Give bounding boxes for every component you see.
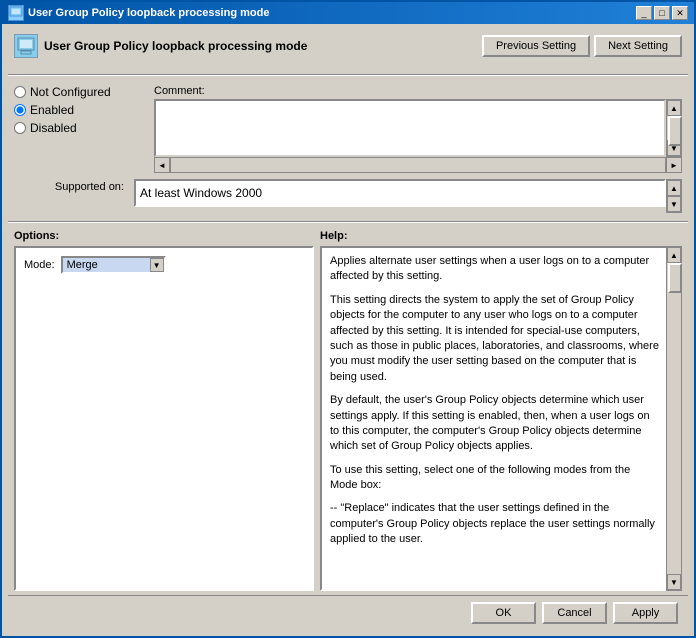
dialog-title: User Group Policy loopback processing mo…: [44, 39, 307, 53]
previous-setting-button[interactable]: Previous Setting: [482, 35, 590, 57]
disabled-radio-item[interactable]: Disabled: [14, 121, 144, 135]
comment-h-track: [170, 157, 666, 173]
main-panels: Options: Mode: Merge Replace ▼: [8, 226, 688, 595]
options-title: Options:: [14, 230, 314, 242]
content-area: User Group Policy loopback processing mo…: [2, 24, 694, 636]
supported-value-wrapper: At least Windows 2000 ▲ ▼: [134, 179, 682, 213]
footer: OK Cancel Apply: [8, 595, 688, 630]
header-title-area: User Group Policy loopback processing mo…: [14, 34, 307, 58]
enabled-label: Enabled: [30, 103, 74, 117]
radio-comment-row: Not Configured Enabled Disabled Comment:: [8, 79, 688, 175]
help-para-2: This setting directs the system to apply…: [330, 293, 660, 385]
supported-label: Supported on:: [14, 179, 124, 193]
mode-row: Mode: Merge Replace ▼: [24, 256, 304, 274]
enabled-radio-item[interactable]: Enabled: [14, 103, 144, 117]
supported-row: Supported on: At least Windows 2000 ▲ ▼: [8, 175, 688, 217]
disabled-label: Disabled: [30, 121, 77, 135]
help-scrollbar: ▲ ▼: [666, 246, 682, 591]
comment-scroll-left[interactable]: ◄: [154, 157, 170, 173]
mode-label: Mode:: [24, 259, 55, 271]
comment-input-wrapper: ▲ ▼: [154, 99, 682, 157]
comment-label: Comment:: [154, 85, 682, 97]
supported-scroll-down[interactable]: ▼: [667, 196, 681, 212]
separator-2: [8, 221, 688, 222]
comment-section: Comment: ▲ ▼ ◄ ►: [154, 85, 682, 173]
comment-scroll-thumb[interactable]: [668, 116, 682, 146]
ok-button[interactable]: OK: [471, 602, 536, 624]
main-window: User Group Policy loopback processing mo…: [0, 0, 696, 638]
supported-value-box: At least Windows 2000: [134, 179, 666, 207]
help-scroll-down[interactable]: ▼: [667, 574, 681, 590]
comment-scrollbar: ▲ ▼: [666, 99, 682, 157]
not-configured-radio-item[interactable]: Not Configured: [14, 85, 144, 99]
minimize-button[interactable]: _: [636, 6, 652, 20]
comment-h-scrollbar: ◄ ►: [154, 157, 682, 173]
close-button[interactable]: ✕: [672, 6, 688, 20]
header-row: User Group Policy loopback processing mo…: [8, 30, 688, 62]
title-bar: User Group Policy loopback processing mo…: [2, 2, 694, 24]
mode-select-wrapper: Merge Replace ▼: [61, 256, 166, 274]
help-para-5: -- "Replace" indicates that the user set…: [330, 501, 660, 547]
title-bar-left: User Group Policy loopback processing mo…: [8, 5, 269, 21]
supported-value: At least Windows 2000: [140, 186, 262, 200]
header-icon: [14, 34, 38, 58]
help-text-content: Applies alternate user settings when a u…: [330, 254, 660, 583]
comment-scroll-up[interactable]: ▲: [667, 100, 681, 116]
enabled-radio[interactable]: [14, 104, 26, 116]
help-scroll-up[interactable]: ▲: [667, 247, 681, 263]
help-box-wrapper: Applies alternate user settings when a u…: [320, 246, 682, 591]
mode-select[interactable]: Merge Replace: [61, 256, 166, 274]
not-configured-radio[interactable]: [14, 86, 26, 98]
options-box: Mode: Merge Replace ▼: [14, 246, 314, 591]
header-buttons: Previous Setting Next Setting: [482, 35, 682, 57]
comment-scroll-track: [667, 116, 681, 140]
not-configured-label: Not Configured: [30, 85, 111, 99]
comment-textarea[interactable]: [154, 99, 666, 157]
help-para-3: By default, the user's Group Policy obje…: [330, 393, 660, 455]
radio-group: Not Configured Enabled Disabled: [14, 85, 144, 173]
help-box: Applies alternate user settings when a u…: [320, 246, 682, 591]
cancel-button[interactable]: Cancel: [542, 602, 607, 624]
help-scroll-track: [667, 263, 681, 574]
options-panel: Options: Mode: Merge Replace ▼: [14, 230, 314, 591]
separator-1: [8, 74, 688, 75]
help-scroll-thumb[interactable]: [668, 263, 682, 293]
window-title: User Group Policy loopback processing mo…: [28, 7, 269, 19]
disabled-radio[interactable]: [14, 122, 26, 134]
comment-scroll-right[interactable]: ►: [666, 157, 682, 173]
help-para-4: To use this setting, select one of the f…: [330, 463, 660, 494]
title-bar-controls: _ □ ✕: [636, 6, 688, 20]
help-panel: Help: Applies alternate user settings wh…: [320, 230, 682, 591]
window-icon: [8, 5, 24, 21]
supported-scrollbar: ▲ ▼: [666, 179, 682, 213]
apply-button[interactable]: Apply: [613, 602, 678, 624]
help-para-1: Applies alternate user settings when a u…: [330, 254, 660, 285]
help-title: Help:: [320, 230, 682, 242]
supported-scroll-up[interactable]: ▲: [667, 180, 681, 196]
next-setting-button[interactable]: Next Setting: [594, 35, 682, 57]
maximize-button[interactable]: □: [654, 6, 670, 20]
